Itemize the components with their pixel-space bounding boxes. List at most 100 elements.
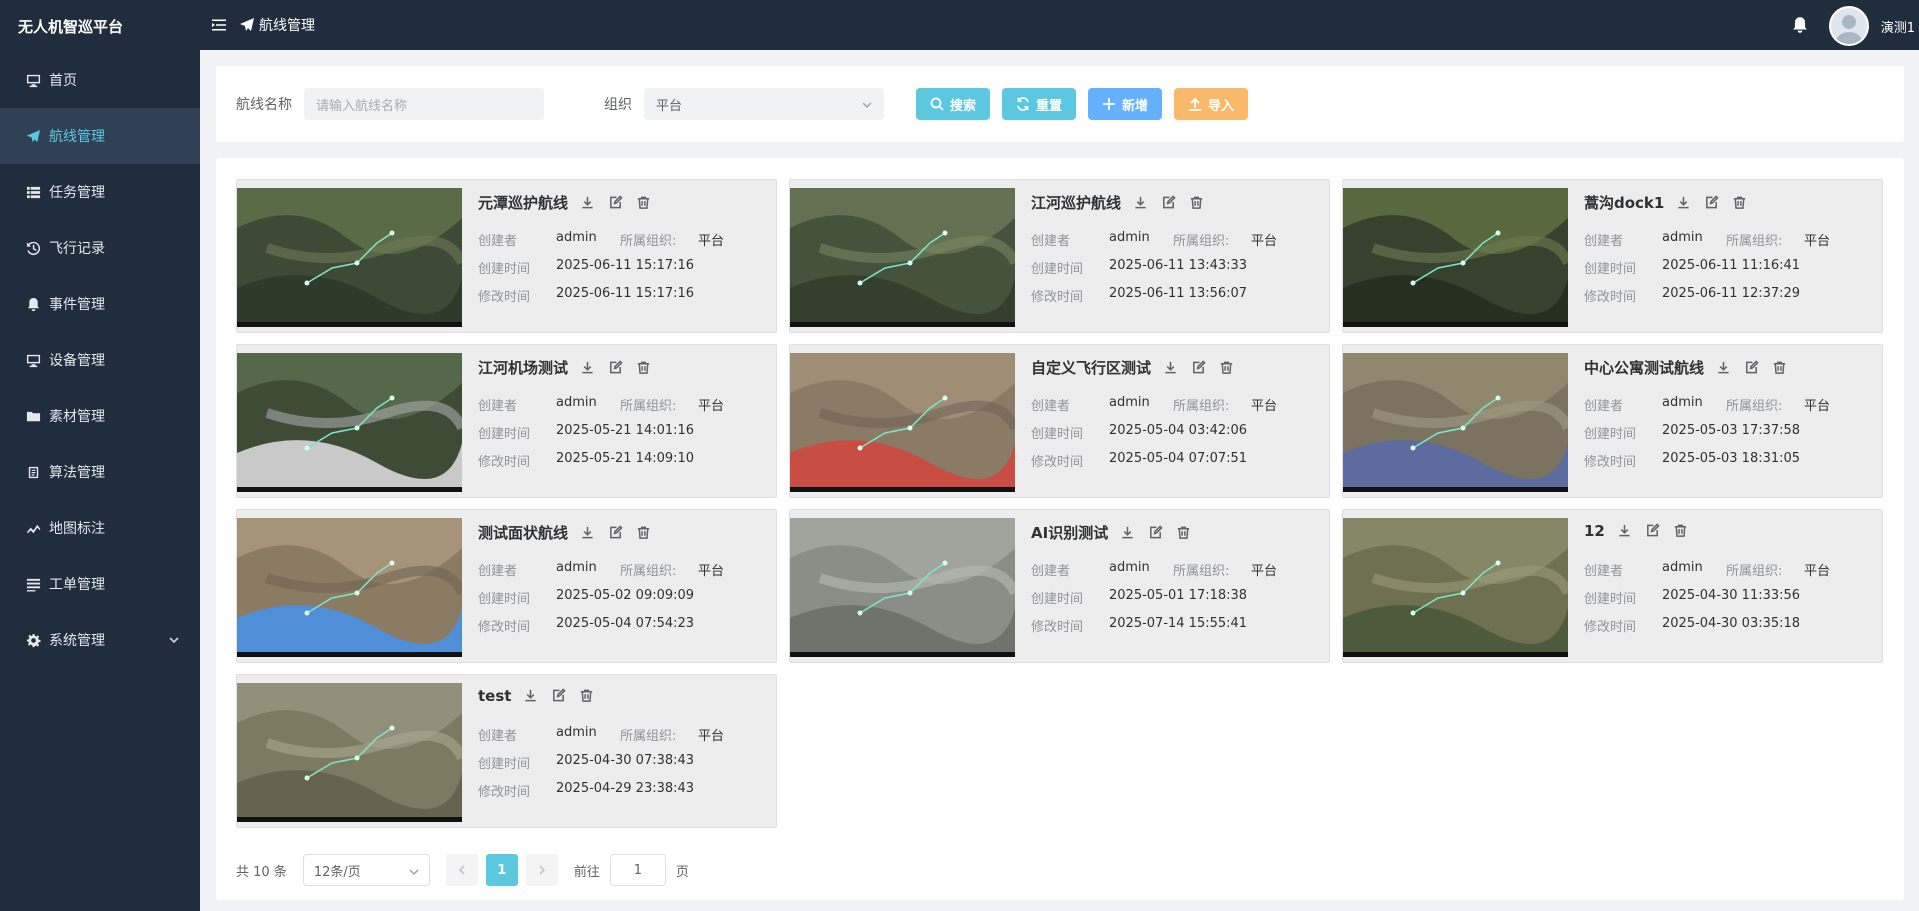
sidebar-item-label: 设备管理 xyxy=(49,353,105,369)
sidebar-item-routes[interactable]: 航线管理 xyxy=(0,108,200,164)
top-bar: 航线管理 演测1 xyxy=(200,0,1919,50)
search-icon xyxy=(930,97,944,111)
edit-icon[interactable] xyxy=(1704,194,1720,211)
edit-icon[interactable] xyxy=(608,524,624,541)
route-card[interactable]: test 创建者 admin 所属组织: 平台 创建时间 2025-04-30 … xyxy=(236,674,777,828)
creator-value: admin xyxy=(1109,230,1150,245)
route-map-thumbnail[interactable] xyxy=(1343,518,1568,657)
creator-value: admin xyxy=(1662,560,1703,575)
notification-bell-icon[interactable] xyxy=(1791,16,1809,34)
chevron-down-icon xyxy=(862,99,872,109)
import-button[interactable]: 导入 xyxy=(1174,88,1249,120)
edit-icon[interactable] xyxy=(1191,359,1207,376)
delete-icon[interactable] xyxy=(1219,360,1235,376)
sidebar-item-map-annotation[interactable]: 地图标注 xyxy=(0,500,200,556)
created-value: 2025-05-04 03:42:06 xyxy=(1109,423,1248,438)
goto-page-input[interactable]: 1 xyxy=(609,854,666,886)
delete-icon[interactable] xyxy=(1189,195,1205,211)
route-card[interactable]: 测试面状航线 创建者 admin 所属组织: 平台 创建时间 2025-05-0… xyxy=(236,509,777,663)
route-map-thumbnail[interactable] xyxy=(237,683,462,822)
delete-icon[interactable] xyxy=(636,195,652,211)
sidebar-item-algorithms[interactable]: 算法管理 xyxy=(0,444,200,500)
route-map-thumbnail[interactable] xyxy=(1343,353,1568,492)
hamburger-icon[interactable] xyxy=(211,17,227,33)
route-card[interactable]: 蒿沟dock1 创建者 admin 所属组织: 平台 创建时间 2025-06-… xyxy=(1342,179,1883,333)
sidebar-item-tasks[interactable]: 任务管理 xyxy=(0,164,200,220)
sidebar-item-home[interactable]: 首页 xyxy=(0,52,200,108)
delete-icon[interactable] xyxy=(1772,360,1788,376)
sidebar-item-flight-records[interactable]: 飞行记录 xyxy=(0,220,200,276)
download-icon[interactable] xyxy=(1617,523,1633,539)
delete-icon[interactable] xyxy=(579,688,595,704)
username[interactable]: 演测1 xyxy=(1881,17,1915,36)
route-title: 12 xyxy=(1584,522,1689,540)
delete-icon[interactable] xyxy=(1176,525,1192,541)
download-icon[interactable] xyxy=(580,525,596,541)
download-icon[interactable] xyxy=(523,688,539,704)
edit-icon[interactable] xyxy=(1744,359,1760,376)
download-icon[interactable] xyxy=(1133,195,1149,211)
created-label: 创建时间 xyxy=(478,757,531,772)
search-button[interactable]: 搜索 xyxy=(916,88,991,120)
download-icon[interactable] xyxy=(580,195,596,211)
created-label: 创建时间 xyxy=(478,427,531,442)
route-name-input[interactable]: 请输入航线名称 xyxy=(304,88,544,120)
route-map-thumbnail[interactable] xyxy=(790,353,1015,492)
sidebar-item-work-orders[interactable]: 工单管理 xyxy=(0,556,200,612)
download-icon[interactable] xyxy=(1676,195,1692,211)
avatar[interactable] xyxy=(1829,6,1869,46)
download-icon[interactable] xyxy=(1120,525,1136,541)
delete-icon[interactable] xyxy=(636,360,652,376)
delete-icon[interactable] xyxy=(1673,523,1689,539)
route-card[interactable]: 元潭巡护航线 创建者 admin 所属组织: 平台 创建时间 2025-06-1… xyxy=(236,179,777,333)
download-icon[interactable] xyxy=(1163,360,1179,376)
page-number-current[interactable]: 1 xyxy=(485,854,518,886)
sidebar-item-media[interactable]: 素材管理 xyxy=(0,388,200,444)
edit-icon[interactable] xyxy=(608,194,624,211)
edit-icon[interactable] xyxy=(1161,194,1177,211)
route-name: 江河机场测试 xyxy=(478,359,569,377)
next-page-button[interactable] xyxy=(525,854,558,886)
folder-icon xyxy=(24,407,42,425)
route-card[interactable]: 自定义飞行区测试 创建者 admin 所属组织: 平台 创建时间 2025-05… xyxy=(789,344,1330,498)
route-map-thumbnail[interactable] xyxy=(237,518,462,657)
delete-icon[interactable] xyxy=(636,525,652,541)
route-map-thumbnail[interactable] xyxy=(237,188,462,327)
sidebar-item-devices[interactable]: 设备管理 xyxy=(0,332,200,388)
delete-icon[interactable] xyxy=(1732,195,1748,211)
edit-icon[interactable] xyxy=(1645,523,1661,539)
route-card[interactable]: 12 创建者 admin 所属组织: 平台 创建时间 2025-04-30 11… xyxy=(1342,509,1883,663)
list-icon xyxy=(24,575,42,593)
route-title: AI识别测试 xyxy=(1031,522,1192,543)
download-icon[interactable] xyxy=(580,360,596,376)
add-button[interactable]: 新增 xyxy=(1088,88,1163,120)
sidebar-item-label: 地图标注 xyxy=(49,521,105,537)
route-map-thumbnail[interactable] xyxy=(790,188,1015,327)
chevron-down-icon xyxy=(409,866,419,876)
route-map-thumbnail[interactable] xyxy=(790,518,1015,657)
edit-icon[interactable] xyxy=(1148,524,1164,541)
route-card[interactable]: 江河机场测试 创建者 admin 所属组织: 平台 创建时间 2025-05-2… xyxy=(236,344,777,498)
modified-label: 修改时间 xyxy=(478,290,531,305)
modified-value: 2025-06-11 12:37:29 xyxy=(1662,286,1801,301)
org-value: 平台 xyxy=(1804,234,1831,249)
page-size-value: 12条/页 xyxy=(313,864,361,880)
modified-value: 2025-06-11 13:56:07 xyxy=(1109,286,1248,301)
reset-button[interactable]: 重置 xyxy=(1002,88,1077,120)
route-card[interactable]: 江河巡护航线 创建者 admin 所属组织: 平台 创建时间 2025-06-1… xyxy=(789,179,1330,333)
created-value: 2025-04-30 11:33:56 xyxy=(1662,588,1801,603)
sidebar-item-events[interactable]: 事件管理 xyxy=(0,276,200,332)
sidebar-item-system[interactable]: 系统管理 xyxy=(0,612,200,668)
route-card[interactable]: AI识别测试 创建者 admin 所属组织: 平台 创建时间 2025-05-0… xyxy=(789,509,1330,663)
route-map-thumbnail[interactable] xyxy=(237,353,462,492)
download-icon[interactable] xyxy=(1716,360,1732,376)
edit-icon[interactable] xyxy=(608,359,624,376)
list-icon xyxy=(24,183,42,201)
org-label: 所属组织: xyxy=(1726,564,1783,579)
prev-page-button[interactable] xyxy=(445,854,478,886)
page-size-select[interactable]: 12条/页 xyxy=(302,854,430,886)
route-card[interactable]: 中心公寓测试航线 创建者 admin 所属组织: 平台 创建时间 2025-05… xyxy=(1342,344,1883,498)
route-map-thumbnail[interactable] xyxy=(1343,188,1568,327)
org-select[interactable]: 平台 xyxy=(644,88,884,120)
edit-icon[interactable] xyxy=(551,688,567,704)
